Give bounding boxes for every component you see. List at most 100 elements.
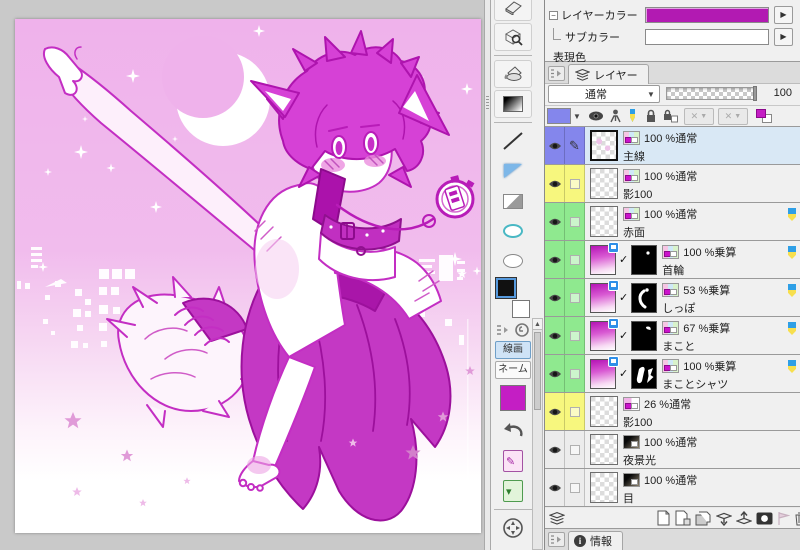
layer-thumbnail[interactable] <box>590 130 618 161</box>
merge-down-button[interactable] <box>716 511 732 526</box>
ellipse-tool-button[interactable] <box>494 217 532 245</box>
gradient-tool-button[interactable] <box>494 90 532 118</box>
layer-thumbnail[interactable] <box>590 434 618 465</box>
layer-row[interactable]: ✓ 53 %乗算 しっぽ <box>545 279 800 317</box>
layer-row[interactable]: ✎ 100 %通常 主線 <box>545 127 800 165</box>
lineart-toolset-button[interactable]: 線画 <box>495 341 531 359</box>
layer-row[interactable]: ✓ 67 %乗算 まこと <box>545 317 800 355</box>
layer-visibility-toggle[interactable] <box>545 165 565 202</box>
tab-layers[interactable]: レイヤー <box>568 64 649 84</box>
layer-edit-cell[interactable] <box>565 469 585 506</box>
layer-row[interactable]: 26 %通常 影100 <box>545 393 800 431</box>
panel-splitter[interactable] <box>484 0 491 550</box>
layer-edit-cell[interactable] <box>565 203 585 240</box>
tone-tool-button[interactable] <box>494 187 532 215</box>
edit-page-button[interactable]: ✎ <box>494 447 532 475</box>
layer-edit-cell[interactable]: ✎ <box>565 127 585 164</box>
transfer-down-button[interactable] <box>736 510 752 526</box>
canvas-illustration[interactable] <box>15 19 481 533</box>
operation-tool-button[interactable] <box>494 23 532 51</box>
layer-name[interactable]: まこと <box>662 338 800 354</box>
alpha-lock-button[interactable] <box>610 109 621 123</box>
layer-thumbnail[interactable] <box>590 279 619 313</box>
fill-tool-button[interactable] <box>494 60 532 88</box>
layer-visibility-toggle[interactable] <box>545 469 565 506</box>
background-color-swatch[interactable] <box>512 300 530 318</box>
palette-color-swatch[interactable] <box>547 108 571 124</box>
new-vector-layer-button[interactable] <box>675 510 691 526</box>
lock-layer-button[interactable] <box>645 109 657 123</box>
layer-thumbnail[interactable] <box>590 241 619 275</box>
panel-menu-icon[interactable] <box>496 324 511 336</box>
lock-transparency-button[interactable] <box>663 109 679 123</box>
layer-name[interactable]: 主線 <box>623 148 800 164</box>
layer-edit-cell[interactable] <box>565 241 585 278</box>
layer-visibility-toggle[interactable] <box>545 241 565 278</box>
layer-thumbnail[interactable] <box>590 317 619 351</box>
layer-mask-button[interactable] <box>756 512 773 525</box>
layer-visibility-toggle[interactable] <box>545 431 565 468</box>
opacity-slider-thumb[interactable] <box>753 86 757 101</box>
balloon-tool-button[interactable] <box>494 247 532 275</box>
layer-row[interactable]: 100 %通常 影100 <box>545 165 800 203</box>
panel-menu-button[interactable] <box>548 532 565 547</box>
foreground-color-swatch[interactable] <box>495 277 517 299</box>
layer-mask-thumbnail[interactable] <box>631 282 658 313</box>
layer-thumbnail[interactable] <box>590 396 618 427</box>
layer-edit-cell[interactable] <box>565 393 585 430</box>
new-layer-button[interactable] <box>656 510 671 526</box>
layer-visibility-toggle[interactable] <box>545 279 565 316</box>
layer-color-swatch[interactable] <box>645 7 769 23</box>
layer-row[interactable]: 100 %通常 夜景光 <box>545 431 800 469</box>
undo-button[interactable] <box>494 417 532 445</box>
layer-visibility-toggle[interactable] <box>545 203 565 240</box>
collapse-toggle[interactable]: − <box>549 10 558 20</box>
layer-name[interactable]: しっぽ <box>662 300 800 316</box>
tab-info[interactable]: i 情報 <box>568 531 623 550</box>
layer-row[interactable]: ✓ 100 %乗算 首輪 <box>545 241 800 279</box>
layer-thumbnail[interactable] <box>590 206 618 237</box>
new-folder-button[interactable] <box>695 511 712 526</box>
layer-edit-cell[interactable] <box>565 165 585 202</box>
layer-name[interactable]: 影100 <box>623 414 800 430</box>
line-tool-button[interactable] <box>494 127 532 155</box>
layer-edit-cell[interactable] <box>565 355 585 392</box>
layer-name[interactable]: 夜景光 <box>623 452 800 468</box>
draft-pen-button[interactable] <box>627 109 639 123</box>
mask-area-button[interactable] <box>588 110 604 122</box>
export-page-button[interactable]: ▾ <box>494 477 532 505</box>
sub-color-picker-button[interactable]: ▶ <box>774 28 793 46</box>
layer-name[interactable]: 赤面 <box>623 224 800 240</box>
opacity-slider[interactable] <box>666 86 757 101</box>
color-swatches[interactable] <box>495 277 530 318</box>
layer-edit-cell[interactable] <box>565 431 585 468</box>
sub-color-swatch[interactable] <box>645 29 769 45</box>
layer-name[interactable]: 目 <box>623 490 800 506</box>
layer-color-picker-button[interactable]: ▶ <box>774 6 793 24</box>
layer-thumbnail[interactable] <box>590 472 618 503</box>
layer-name[interactable]: まことシャツ <box>662 376 800 392</box>
layer-mask-thumbnail[interactable] <box>631 320 658 351</box>
layer-mask-thumbnail[interactable] <box>631 244 658 275</box>
delete-layer-button[interactable] <box>794 511 800 526</box>
scrollbar-thumb[interactable] <box>534 332 541 410</box>
layer-name[interactable]: 影100 <box>623 186 800 202</box>
layer-mask-thumbnail[interactable] <box>631 358 658 389</box>
layer-edit-cell[interactable] <box>565 279 585 316</box>
layer-row[interactable]: 100 %通常 赤面 <box>545 203 800 241</box>
layer-row[interactable]: 100 %通常目 <box>545 469 800 507</box>
name-toolset-button[interactable]: ネーム <box>495 361 531 379</box>
layer-row[interactable]: ✓ 100 %乗算 まことシャツ <box>545 355 800 393</box>
quick-access-icon[interactable] <box>514 322 530 338</box>
layer-thumbnail[interactable] <box>590 168 618 199</box>
blend-mode-dropdown[interactable]: 通常 ▼ <box>548 85 660 103</box>
layer-color-toggle[interactable] <box>755 109 772 123</box>
current-color-swatch[interactable] <box>500 385 526 411</box>
eraser-tool-button[interactable] <box>494 0 532 21</box>
navigate-button[interactable] <box>494 514 532 542</box>
layer-visibility-toggle[interactable] <box>545 393 565 430</box>
layer-name[interactable]: 首輪 <box>662 262 800 278</box>
layer-thumbnail[interactable] <box>590 355 619 389</box>
layer-visibility-toggle[interactable] <box>545 317 565 354</box>
layer-edit-cell[interactable] <box>565 317 585 354</box>
